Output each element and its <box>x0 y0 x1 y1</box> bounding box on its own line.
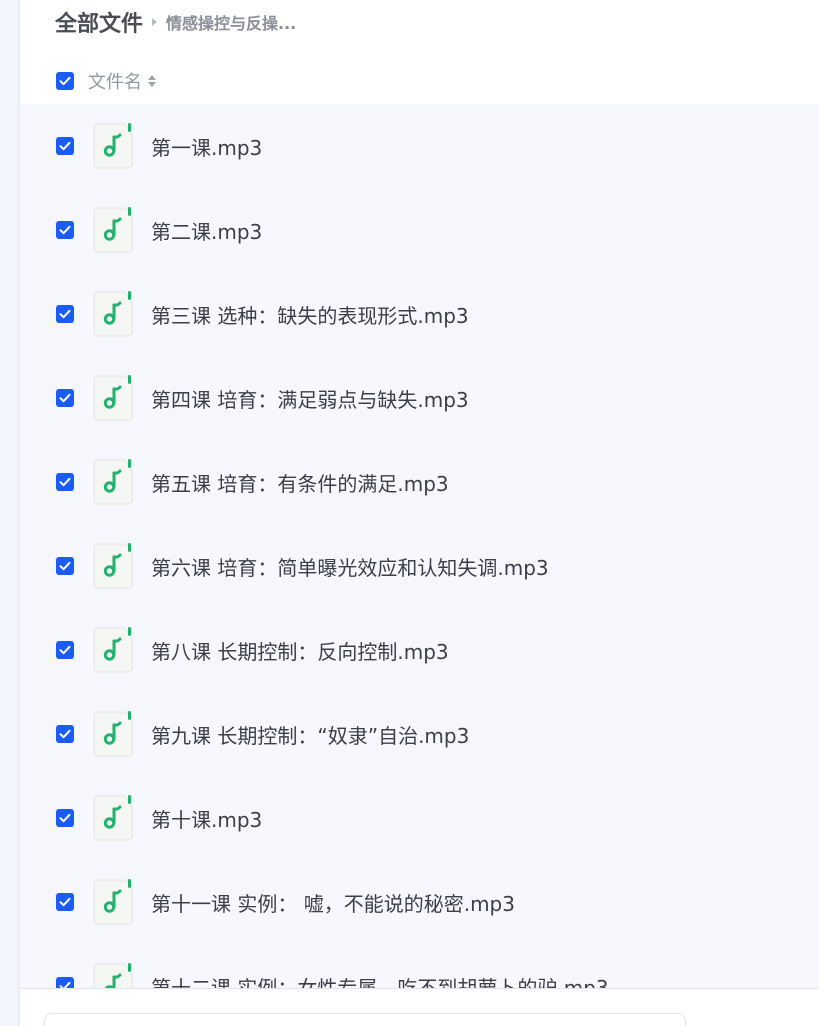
column-header-filename[interactable]: 文件名 <box>88 68 142 94</box>
file-name[interactable]: 第三课 选种：缺失的表现形式.mp3 <box>151 300 469 329</box>
file-name[interactable]: 第八课 长期控制：反向控制.mp3 <box>151 636 449 665</box>
file-checkbox[interactable] <box>56 305 74 323</box>
audio-file-icon <box>93 207 133 253</box>
file-name[interactable]: 第二课.mp3 <box>151 216 262 245</box>
audio-file-icon <box>93 543 133 589</box>
breadcrumb: 全部文件 情感操控与反操... <box>55 6 296 38</box>
file-row[interactable]: 第十二课 实例：女性专属，吃不到胡萝卜的驴.mp3 <box>20 944 819 988</box>
bottom-action-box[interactable] <box>44 1013 686 1026</box>
audio-file-icon <box>93 291 133 337</box>
breadcrumb-current[interactable]: 情感操控与反操... <box>166 10 296 34</box>
check-icon <box>59 813 71 823</box>
audio-file-icon <box>93 627 133 673</box>
check-icon <box>59 729 71 739</box>
file-checkbox[interactable] <box>56 137 74 155</box>
bottom-bar <box>20 988 819 1026</box>
file-row[interactable]: 第三课 选种：缺失的表现形式.mp3 <box>20 272 819 356</box>
left-sidebar-strip <box>0 0 19 1026</box>
file-name[interactable]: 第十课.mp3 <box>151 804 262 833</box>
file-checkbox[interactable] <box>56 725 74 743</box>
audio-file-icon <box>93 123 133 169</box>
file-checkbox[interactable] <box>56 389 74 407</box>
check-icon <box>59 981 71 988</box>
audio-file-icon <box>93 459 133 505</box>
file-checkbox[interactable] <box>56 221 74 239</box>
check-icon <box>59 225 71 235</box>
check-icon <box>59 141 71 151</box>
audio-file-icon <box>93 795 133 841</box>
check-icon <box>59 76 71 86</box>
audio-file-icon <box>93 879 133 925</box>
audio-file-icon <box>93 963 133 988</box>
sort-icon[interactable] <box>148 75 156 87</box>
file-name[interactable]: 第九课 长期控制：“奴隶”自治.mp3 <box>151 720 469 749</box>
select-all-checkbox[interactable] <box>56 72 74 90</box>
file-name[interactable]: 第五课 培育：有条件的满足.mp3 <box>151 468 449 497</box>
file-name[interactable]: 第十二课 实例：女性专属，吃不到胡萝卜的驴.mp3 <box>151 972 609 989</box>
caret-right-icon <box>152 18 158 26</box>
check-icon <box>59 897 71 907</box>
check-icon <box>59 561 71 571</box>
file-row[interactable]: 第六课 培育：简单曝光效应和认知失调.mp3 <box>20 524 819 608</box>
file-checkbox[interactable] <box>56 977 74 988</box>
file-panel: 全部文件 情感操控与反操... 文件名 第一课.mp3 第二课.mp3 第三课 选种… <box>20 0 819 1026</box>
file-row[interactable]: 第九课 长期控制：“奴隶”自治.mp3 <box>20 692 819 776</box>
file-row[interactable]: 第八课 长期控制：反向控制.mp3 <box>20 608 819 692</box>
file-name[interactable]: 第十一课 实例： 嘘，不能说的秘密.mp3 <box>151 888 515 917</box>
file-checkbox[interactable] <box>56 557 74 575</box>
file-checkbox[interactable] <box>56 473 74 491</box>
audio-file-icon <box>93 375 133 421</box>
breadcrumb-root[interactable]: 全部文件 <box>55 6 143 38</box>
check-icon <box>59 309 71 319</box>
audio-file-icon <box>93 711 133 757</box>
file-checkbox[interactable] <box>56 641 74 659</box>
file-list: 第一课.mp3 第二课.mp3 第三课 选种：缺失的表现形式.mp3 第四课 培育：满… <box>20 104 819 988</box>
file-row[interactable]: 第五课 培育：有条件的满足.mp3 <box>20 440 819 524</box>
check-icon <box>59 477 71 487</box>
file-name[interactable]: 第六课 培育：简单曝光效应和认知失调.mp3 <box>151 552 549 581</box>
file-row[interactable]: 第一课.mp3 <box>20 104 819 188</box>
file-name[interactable]: 第四课 培育：满足弱点与缺失.mp3 <box>151 384 469 413</box>
file-list-header: 文件名 <box>56 66 156 96</box>
file-row[interactable]: 第十课.mp3 <box>20 776 819 860</box>
file-checkbox[interactable] <box>56 809 74 827</box>
file-name[interactable]: 第一课.mp3 <box>151 132 262 161</box>
file-row[interactable]: 第四课 培育：满足弱点与缺失.mp3 <box>20 356 819 440</box>
file-row[interactable]: 第二课.mp3 <box>20 188 819 272</box>
file-row[interactable]: 第十一课 实例： 嘘，不能说的秘密.mp3 <box>20 860 819 944</box>
file-checkbox[interactable] <box>56 893 74 911</box>
check-icon <box>59 645 71 655</box>
check-icon <box>59 393 71 403</box>
